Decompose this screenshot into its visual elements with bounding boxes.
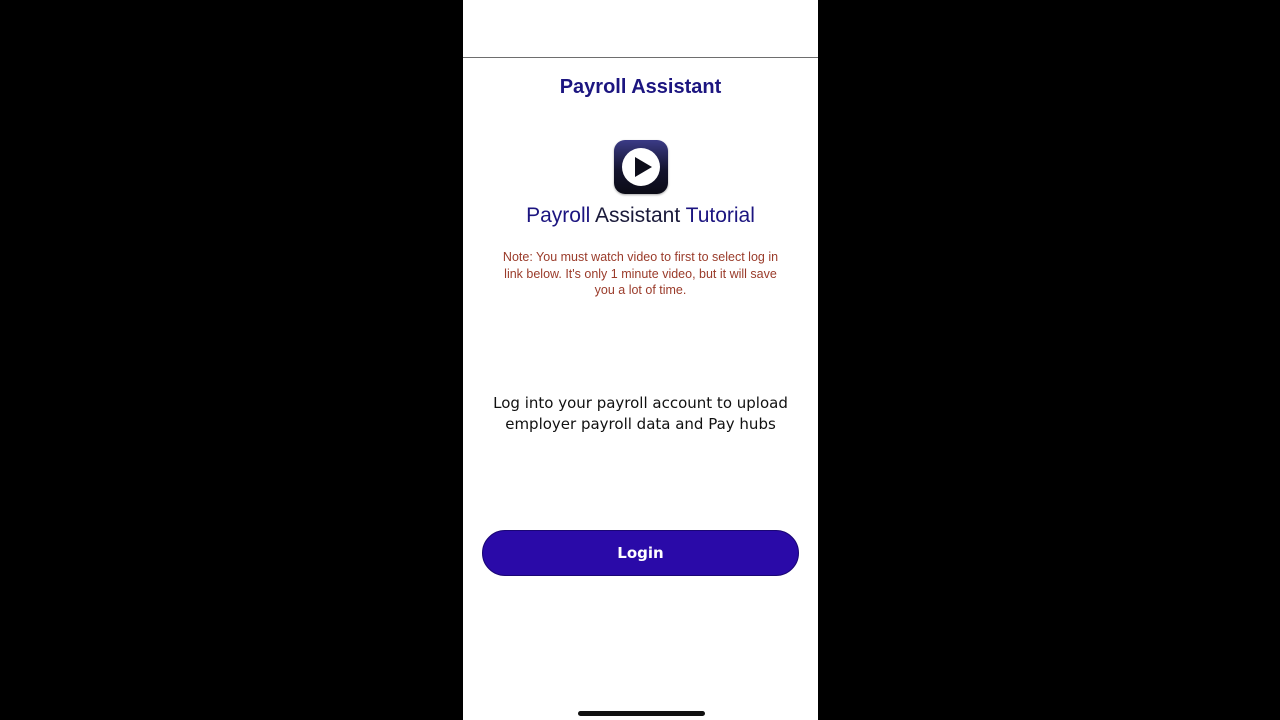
login-description: Log into your payroll account to upload …	[493, 394, 788, 433]
letterbox-left	[0, 0, 463, 720]
phone-screen: Payroll Assistant Payroll Assistant Tuto…	[463, 0, 818, 720]
login-button[interactable]: Login	[482, 530, 799, 576]
home-indicator[interactable]	[578, 711, 705, 716]
tutorial-title-part2: Assistant	[594, 204, 681, 227]
letterbox-right	[818, 0, 1280, 720]
tutorial-note: Note: You must watch video to first to s…	[502, 250, 779, 297]
top-navigation-bar	[463, 0, 818, 58]
page-title: Payroll Assistant	[559, 76, 722, 98]
tutorial-title-part1: Payroll	[526, 204, 591, 227]
tutorial-title-part3: Tutorial	[685, 204, 755, 227]
play-video-icon[interactable]	[614, 140, 668, 194]
login-button-label: Login	[617, 544, 664, 562]
tutorial-title[interactable]: Payroll Assistant Tutorial	[463, 204, 818, 228]
